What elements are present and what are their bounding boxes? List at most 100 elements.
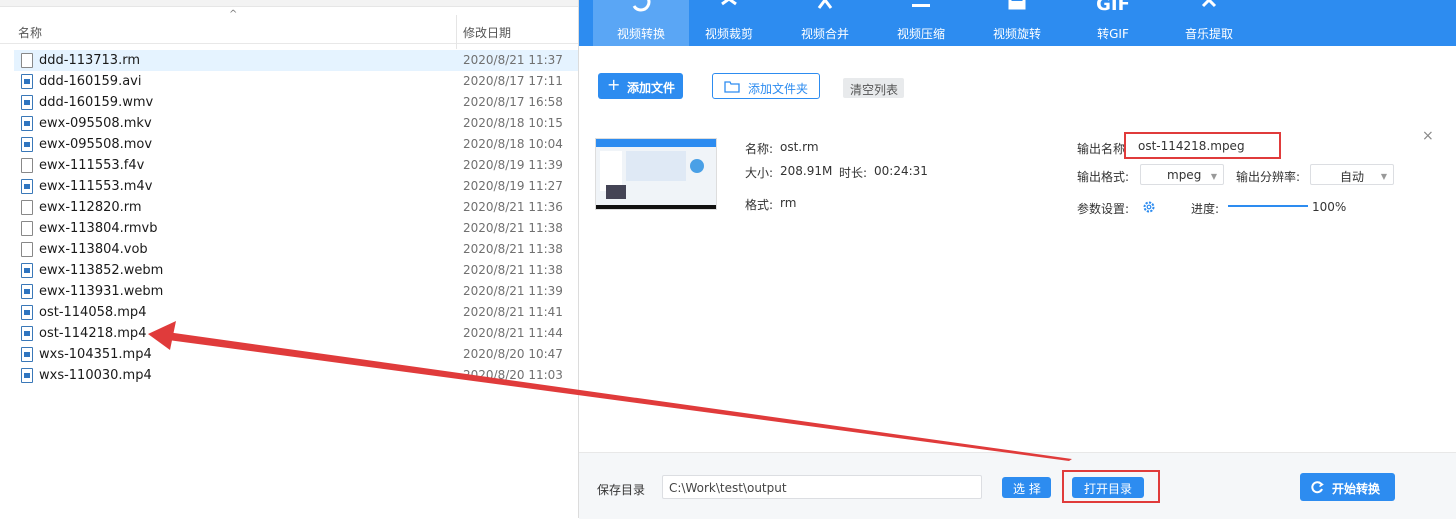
file-name: ewx-113852.webm <box>39 263 164 278</box>
output-resolution-value: 自动 <box>1340 170 1365 184</box>
tab-label: 视频转换 <box>616 27 665 41</box>
column-header-name[interactable]: 名称 <box>18 24 42 41</box>
add-file-label: 添加文件 <box>627 81 676 95</box>
output-resolution-select[interactable]: 自动 ▼ <box>1310 164 1394 185</box>
file-name: ewx-111553.f4v <box>39 158 145 173</box>
scissors-icon <box>721 0 737 6</box>
file-date: 2020/8/19 11:39 <box>463 158 563 172</box>
open-dir-label: 打开目录 <box>1084 482 1133 496</box>
save-dir-value: C:\Work\test\output <box>669 481 787 495</box>
tab-video-merge[interactable]: 视频合并 <box>777 0 873 46</box>
start-convert-button[interactable]: 开始转换 <box>1300 473 1395 501</box>
file-date: 2020/8/21 11:37 <box>463 53 563 67</box>
tab-music-extract[interactable]: 音乐提取 <box>1161 0 1257 46</box>
format-label: 格式: <box>745 198 774 212</box>
close-icon[interactable]: × <box>1422 128 1434 144</box>
output-name-field[interactable]: ost-114218.mpeg <box>1130 134 1278 158</box>
size-label: 大小: <box>745 166 774 180</box>
video-file-icon <box>21 305 33 320</box>
output-format-select[interactable]: mpeg ▼ <box>1140 164 1224 185</box>
clear-list-label: 清空列表 <box>850 83 899 97</box>
file-row[interactable]: ewx-111553.f4v 2020/8/19 11:39 <box>14 155 578 176</box>
file-row[interactable]: ewx-112820.rm 2020/8/21 11:36 <box>14 197 578 218</box>
file-row[interactable]: ewx-113804.vob 2020/8/21 11:38 <box>14 239 578 260</box>
output-format-label: 输出格式: <box>1077 170 1130 184</box>
video-file-icon <box>21 179 33 194</box>
file-row[interactable]: ewx-113931.webm 2020/8/21 11:39 <box>14 281 578 302</box>
file-date: 2020/8/21 11:41 <box>463 305 563 319</box>
music-extract-icon <box>1201 0 1217 8</box>
tab-video-compress[interactable]: 视频压缩 <box>873 0 969 46</box>
duration-label: 时长: <box>839 166 868 180</box>
file-name: ewx-113804.vob <box>39 242 148 257</box>
video-file-icon <box>21 326 33 341</box>
params-label: 参数设置: <box>1077 202 1130 216</box>
video-file-icon <box>21 137 33 152</box>
file-row[interactable]: wxs-104351.mp4 2020/8/20 10:47 <box>14 344 578 365</box>
file-name: ewx-113804.rmvb <box>39 221 158 236</box>
add-folder-button[interactable]: 添加文件夹 <box>712 73 820 99</box>
file-row[interactable]: ewx-113804.rmvb 2020/8/21 11:38 <box>14 218 578 239</box>
chevron-down-icon: ▼ <box>1210 172 1217 181</box>
open-dir-button[interactable]: 打开目录 <box>1072 477 1144 498</box>
tab-to-gif[interactable]: GIF 转GIF <box>1065 0 1161 46</box>
file-name: ddd-113713.rm <box>39 53 140 68</box>
rotate-icon <box>1008 0 1026 10</box>
tab-video-convert[interactable]: 视频转换 <box>593 0 689 46</box>
file-row[interactable]: wxs-110030.mp4 2020/8/20 11:03 <box>14 365 578 386</box>
file-row[interactable]: ddd-160159.avi 2020/8/17 17:11 <box>14 71 578 92</box>
video-file-icon <box>21 116 33 131</box>
file-row[interactable]: ewx-095508.mkv 2020/8/18 10:15 <box>14 113 578 134</box>
video-converter-app: 视频转换 视频裁剪 视频合并 视频压缩 视频旋转 GIF 转GIF 音乐提取 + <box>578 0 1456 519</box>
tab-label: 视频旋转 <box>992 27 1041 41</box>
start-convert-label: 开始转换 <box>1332 482 1381 496</box>
file-date: 2020/8/18 10:04 <box>463 137 563 151</box>
clear-list-button[interactable]: 清空列表 <box>843 78 904 98</box>
file-name: ewx-111553.m4v <box>39 179 153 194</box>
tab-video-trim[interactable]: 视频裁剪 <box>681 0 777 46</box>
file-row[interactable]: ewx-113852.webm 2020/8/21 11:38 <box>14 260 578 281</box>
file-name: ddd-160159.wmv <box>39 95 154 110</box>
file-row[interactable]: ost-114058.mp4 2020/8/21 11:41 <box>14 302 578 323</box>
tab-video-rotate[interactable]: 视频旋转 <box>969 0 1065 46</box>
column-divider[interactable] <box>456 15 457 49</box>
refresh-icon <box>1311 481 1324 494</box>
file-date: 2020/8/21 11:36 <box>463 200 563 214</box>
file-row[interactable]: ost-114218.mp4 2020/8/21 11:44 <box>14 323 578 344</box>
function-tab-bar: 视频转换 视频裁剪 视频合并 视频压缩 视频旋转 GIF 转GIF 音乐提取 <box>579 0 1456 46</box>
file-date: 2020/8/20 10:47 <box>463 347 563 361</box>
video-file-icon <box>21 95 33 110</box>
progress-label: 进度: <box>1191 202 1220 216</box>
column-header-date[interactable]: 修改日期 <box>463 24 511 41</box>
file-row[interactable]: ddd-160159.wmv 2020/8/17 16:58 <box>14 92 578 113</box>
add-file-button[interactable]: + 添加文件 <box>598 73 683 99</box>
explorer-top-strip <box>0 0 578 7</box>
tab-label: 视频压缩 <box>896 27 945 41</box>
gif-icon: GIF <box>1096 0 1130 15</box>
duration-value: 00:24:31 <box>874 164 928 178</box>
file-name: ost-114058.mp4 <box>39 305 147 320</box>
video-file-icon <box>21 347 33 362</box>
file-name: ost-114218.mp4 <box>39 326 147 341</box>
gear-icon[interactable] <box>1142 200 1156 214</box>
file-date: 2020/8/19 11:27 <box>463 179 563 193</box>
file-icon <box>21 242 33 257</box>
progress-track <box>1228 205 1308 207</box>
file-name: ddd-160159.avi <box>39 74 142 89</box>
file-row[interactable]: ddd-113713.rm 2020/8/21 11:37 <box>14 50 578 71</box>
file-row[interactable]: ewx-111553.m4v 2020/8/19 11:27 <box>14 176 578 197</box>
video-file-icon <box>21 74 33 89</box>
tab-label: 转GIF <box>1097 27 1129 41</box>
select-dir-button[interactable]: 选 择 <box>1002 477 1051 498</box>
source-name-value: ost.rm <box>780 140 819 154</box>
file-date: 2020/8/17 16:58 <box>463 95 563 109</box>
save-dir-input[interactable]: C:\Work\test\output <box>662 475 982 499</box>
file-name: ewx-112820.rm <box>39 200 142 215</box>
size-value: 208.91M <box>780 164 833 178</box>
file-row[interactable]: ewx-095508.mov 2020/8/18 10:04 <box>14 134 578 155</box>
tab-label: 视频裁剪 <box>704 27 753 41</box>
save-dir-label: 保存目录 <box>597 483 646 497</box>
file-name: wxs-104351.mp4 <box>39 347 152 362</box>
select-dir-label: 选 择 <box>1013 482 1041 496</box>
bottom-bar: 保存目录 C:\Work\test\output 选 择 打开目录 开始转换 <box>579 452 1456 519</box>
